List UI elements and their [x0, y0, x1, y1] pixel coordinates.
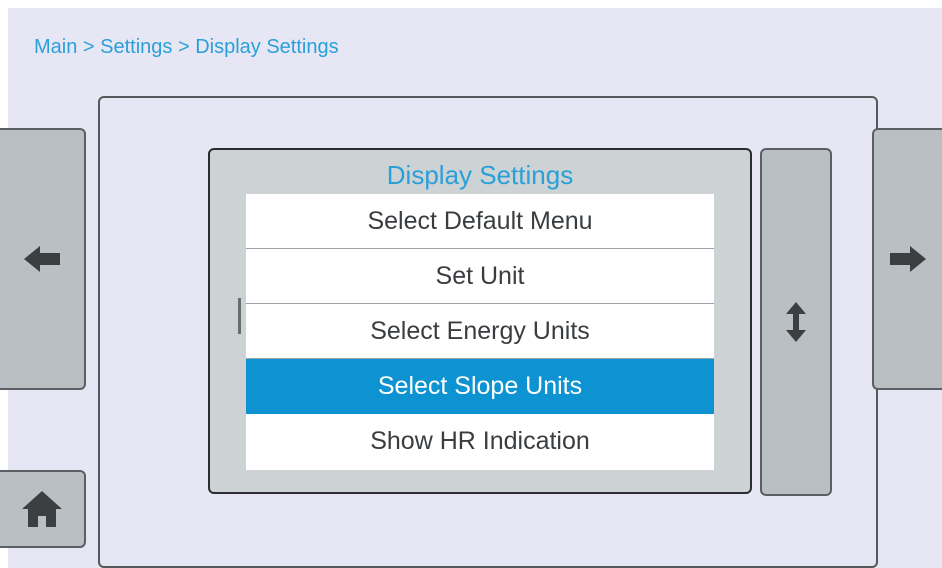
display-settings-panel: Display Settings Select Default Menu Set… [208, 148, 752, 494]
breadcrumb: Main > Settings > Display Settings [34, 36, 339, 58]
settings-menu: Select Default Menu Set Unit Select Ener… [246, 194, 714, 470]
list-cursor-marker [238, 298, 241, 334]
back-button[interactable] [0, 128, 86, 390]
menu-item-select-slope-units[interactable]: Select Slope Units [246, 359, 714, 414]
menu-item-label: Select Slope Units [377, 371, 583, 400]
menu-item-label: Select Default Menu [367, 206, 593, 235]
home-icon [20, 489, 64, 529]
home-button[interactable] [0, 470, 86, 548]
panel-title: Display Settings [386, 160, 574, 190]
menu-item-set-unit[interactable]: Set Unit [246, 249, 714, 304]
forward-button[interactable] [872, 128, 942, 390]
scroll-button[interactable] [760, 148, 832, 496]
menu-item-select-default-menu[interactable]: Select Default Menu [246, 194, 714, 249]
arrow-left-icon [22, 244, 62, 274]
menu-item-label: Set Unit [435, 261, 525, 290]
menu-item-show-hr-indication[interactable]: Show HR Indication [246, 414, 714, 469]
menu-item-label: Select Energy Units [370, 316, 590, 345]
menu-item-select-energy-units[interactable]: Select Energy Units [246, 304, 714, 359]
up-down-arrow-icon [784, 300, 808, 344]
arrow-right-icon [888, 244, 928, 274]
menu-item-label: Show HR Indication [370, 427, 590, 455]
